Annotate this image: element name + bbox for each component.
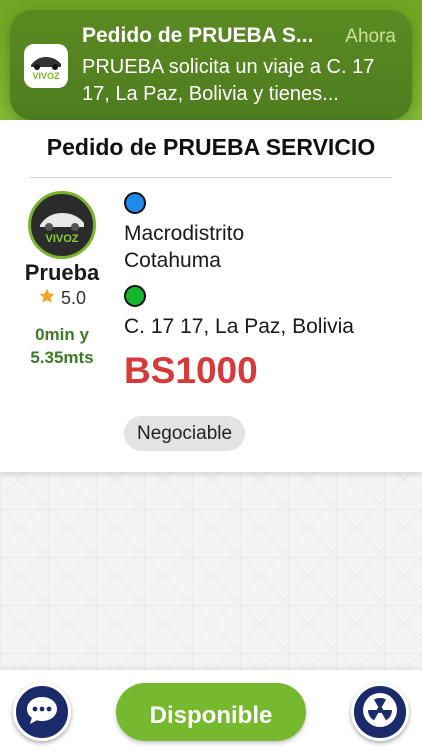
app-logo-icon: VIVOZ — [24, 44, 68, 88]
sos-button[interactable] — [351, 683, 409, 741]
notification-title: Pedido de PRUEBA S... — [82, 24, 314, 47]
available-button[interactable]: Disponible — [116, 683, 306, 741]
driver-eta: 0min y 5.35mts — [30, 325, 94, 367]
destination-dot-icon — [124, 285, 146, 307]
driver-avatar: VIVOZ — [28, 191, 96, 259]
origin-address: Macrodistrito Cotahuma — [124, 222, 245, 272]
star-icon — [38, 287, 56, 310]
origin-dot-icon — [124, 192, 146, 214]
notif-logo-text: VIVOZ — [32, 71, 60, 81]
negotiable-badge: Negociable — [124, 416, 246, 451]
push-notification[interactable]: VIVOZ Pedido de PRUEBA S... Ahora PRUEBA… — [10, 10, 412, 120]
chat-button[interactable] — [13, 683, 71, 741]
notification-body: PRUEBA solicita un viaje a C. 17 17, La … — [82, 56, 375, 105]
destination-address: C. 17 17, La Paz, Bolivia — [124, 315, 354, 338]
notification-time: Ahora — [345, 26, 396, 47]
radiation-icon — [361, 691, 399, 734]
driver-logo-text: VIVOZ — [45, 233, 78, 245]
order-price: BS1000 — [124, 350, 258, 391]
divider — [30, 177, 392, 178]
driver-name: Prueba — [24, 260, 100, 285]
chat-icon — [25, 694, 59, 731]
order-title: Pedido de PRUEBA SERVICIO — [46, 134, 376, 160]
order-card: Pedido de PRUEBA SERVICIO VIVOZ Prueba 5… — [0, 120, 422, 472]
driver-rating: 5.0 — [12, 287, 112, 310]
rating-value: 5.0 — [60, 288, 87, 308]
